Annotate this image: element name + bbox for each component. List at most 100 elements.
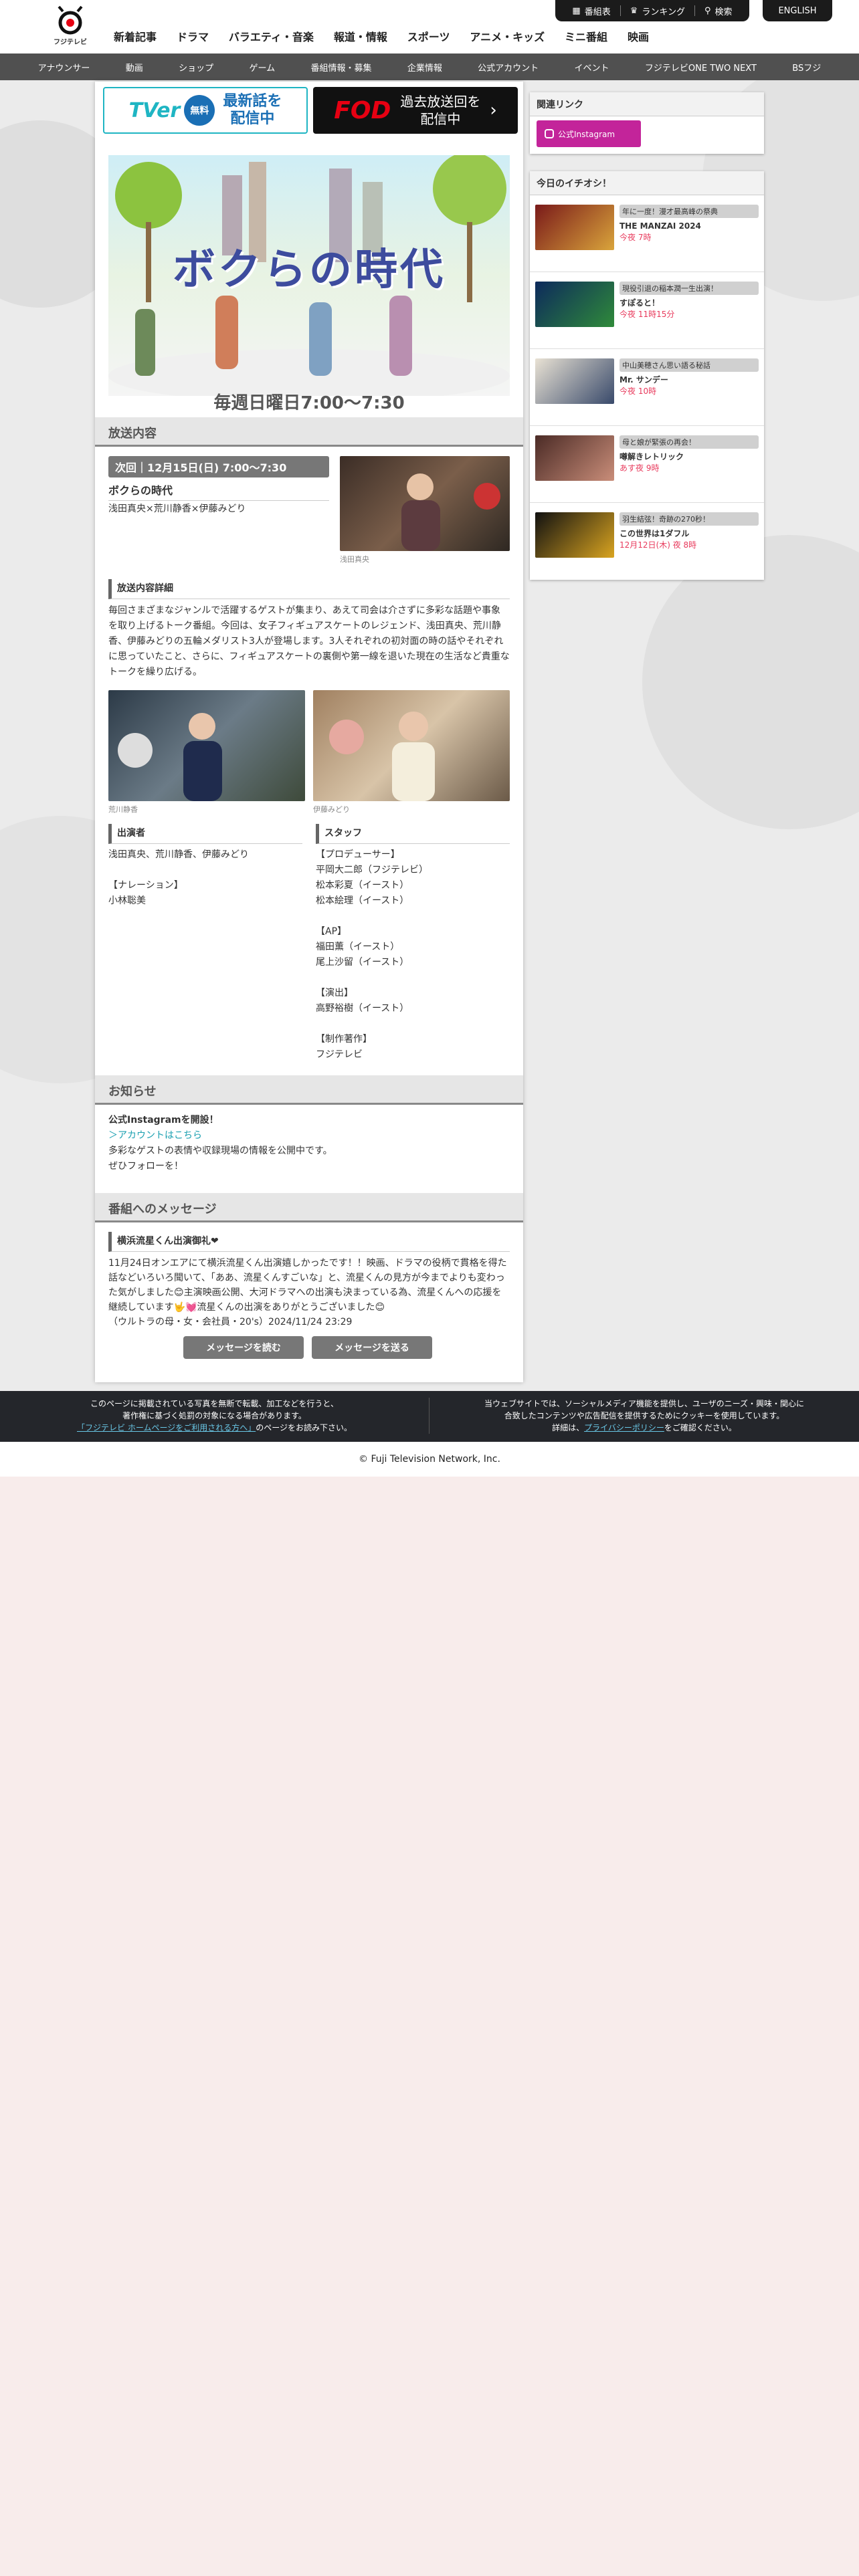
terms-link[interactable]: 「フジテレビ ホームページをご利用される方へ」 — [77, 1423, 256, 1432]
pick-thumbnail — [535, 282, 614, 327]
message-meta: （ウルトラの母・女・会社員・20's）2024/11/24 23:29 — [108, 1317, 353, 1327]
nav-variety-music[interactable]: バラエティ・音楽 — [229, 25, 314, 49]
message-title: 横浜流星くん出演御礼❤ — [108, 1232, 510, 1252]
nav-anime-kids[interactable]: アニメ・キッズ — [470, 25, 545, 49]
pick-item[interactable]: 母と娘が緊張の再会！ 噂解きレトリック あす夜 9時 — [530, 426, 764, 503]
ranking-link[interactable]: ♛ ランキング — [630, 5, 685, 17]
staff-line: 松本彩夏（イースト） — [316, 880, 409, 891]
episode-guests: 浅田真央×荒川静香×伊藤みどり — [108, 504, 246, 514]
cookie-notice: 当ウェブサイトでは、ソーシャルメディア機能を提供し、ユーザのニーズ・興味・関心に… — [430, 1398, 859, 1434]
staff-list: 【プロデューサー】 平岡大二郎（フジテレビ） 松本彩夏（イースト） 松本絵理（イ… — [316, 847, 510, 1063]
related-links-box: 関連リンク 公式Instagram — [530, 92, 764, 154]
message-body: 11月24日オンエアにて横浜流星くん出演嬉しかったです！！映画、ドラマの役柄で貫… — [108, 1258, 507, 1313]
section-heading-broadcast: 放送内容 — [95, 417, 523, 447]
todays-pick-heading: 今日のイチオシ！ — [530, 171, 764, 195]
pick-tag: 中山美穂さん思い語る秘話 — [619, 358, 759, 372]
notice-line: 当ウェブサイトでは、ソーシャルメディア機能を提供し、ユーザのニーズ・興味・関心に — [484, 1399, 805, 1408]
fuji-tv-logo[interactable]: フジテレビ — [47, 5, 94, 48]
pick-title: この世界は1ダフル — [619, 529, 690, 538]
guest-figure — [401, 473, 500, 551]
nav-news-info[interactable]: 報道・情報 — [334, 25, 387, 49]
nav-new-articles[interactable]: 新着記事 — [114, 25, 157, 49]
subnav-game[interactable]: ゲーム — [249, 61, 275, 74]
pick-title: THE MANZAI 2024 — [619, 221, 701, 231]
cast-line: 【ナレーション】 — [108, 880, 183, 891]
instagram-account-link[interactable]: ＞アカウントはこちら — [108, 1128, 510, 1144]
subnav-program-info[interactable]: 番組情報・募集 — [310, 61, 371, 74]
guest-photo-asada — [340, 456, 510, 551]
fod-banner[interactable]: FOD 過去放送回を 配信中 › — [313, 87, 518, 134]
read-messages-button[interactable]: メッセージを読む — [183, 1336, 304, 1359]
site-header: フジテレビ ▦ 番組表 ♛ ランキング ⚲ 検索 ENGLISH 新着記事 ドラマ バ… — [0, 0, 859, 53]
pick-thumbnail — [535, 435, 614, 481]
grid-icon: ▦ — [572, 5, 581, 16]
nav-drama[interactable]: ドラマ — [177, 25, 209, 49]
tver-banner[interactable]: TVer 無料 最新話を 配信中 — [103, 87, 308, 134]
pick-time: あす夜 9時 — [619, 463, 660, 473]
subnav-events[interactable]: イベント — [575, 61, 609, 74]
pick-item[interactable]: 現役引退の稲本潤一生出演！ すぽると！ 今夜 11時15分 — [530, 272, 764, 349]
pick-item[interactable]: 中山美穂さん思い語る秘話 Mr. サンデー 今夜 10時 — [530, 349, 764, 426]
section-heading-message: 番組へのメッセージ — [95, 1193, 523, 1222]
pick-item[interactable]: 羽生結弦！奇跡の270秒！ この世界は1ダフル 12月12日(木) 夜 8時 — [530, 503, 764, 580]
search-link[interactable]: ⚲ 検索 — [704, 5, 733, 17]
nav-sports[interactable]: スポーツ — [407, 25, 450, 49]
logo-text: フジテレビ — [54, 39, 87, 46]
todays-pick-box: 今日のイチオシ！ 年に一度！漫才最高峰の祭典 THE MANZAI 2024 今夜 … — [530, 171, 764, 580]
notice-line: 著作権に基づく処罰の対象になる場合があります。 — [122, 1411, 306, 1420]
cast-line — [108, 863, 302, 878]
chevron-right-icon: › — [490, 100, 497, 120]
subnav-corporate[interactable]: 企業情報 — [407, 61, 442, 74]
cast-line: 小林聡美 — [108, 895, 146, 906]
nav-movies[interactable]: 映画 — [628, 25, 649, 49]
staff-line: 福田薫（イースト） — [316, 942, 400, 952]
pick-thumbnail — [535, 512, 614, 558]
fod-line1: 過去放送回を — [400, 94, 481, 110]
pick-tag: 母と娘が緊張の再会！ — [619, 435, 759, 449]
pick-time: 12月12日(木) 夜 8時 — [619, 540, 697, 550]
pick-tag: 羽生結弦！奇跡の270秒！ — [619, 512, 759, 526]
subnav-video[interactable]: 動画 — [126, 61, 143, 74]
fod-logo: FOD — [334, 96, 391, 124]
subnav-bs-fuji[interactable]: BSフジ — [792, 61, 821, 74]
main-column: TVer 無料 最新話を 配信中 FOD 過去放送回を 配信中 › ボクらの時代 毎… — [95, 82, 523, 1382]
detail-text: 毎回さまざまなジャンルで活躍するゲストが集まり、あえて司会は介さずに多彩な話題や… — [108, 605, 510, 677]
sidebar: 関連リンク 公式Instagram 今日のイチオシ！ 年に一度！漫才最高峰の祭典… — [530, 92, 764, 597]
subnav-announcer[interactable]: アナウンサー — [38, 61, 90, 74]
photo-caption: 浅田真央 — [340, 555, 369, 564]
search-icon: ⚲ — [704, 5, 711, 16]
search-label: 検索 — [714, 7, 733, 17]
utility-bar: ▦ 番組表 ♛ ランキング ⚲ 検索 — [555, 0, 749, 21]
pick-time: 今夜 10時 — [619, 387, 657, 396]
staff-heading: スタッフ — [316, 824, 510, 844]
news-line2: ぜひフォローを！ — [108, 1161, 183, 1172]
staff-line: 【AP】 — [316, 926, 347, 937]
subnav-official-accounts[interactable]: 公式アカウント — [478, 61, 539, 74]
notice-line: 合致したコンテンツや広告配信を提供するためにクッキーを使用しています。 — [504, 1411, 785, 1420]
program-title-art: ボクらの時代 — [173, 245, 446, 295]
guest-photo-arakawa — [108, 690, 305, 801]
staff-line — [316, 1016, 510, 1032]
english-button[interactable]: ENGLISH — [763, 0, 832, 21]
notice-line: をご確認ください。 — [664, 1423, 737, 1432]
subnav-fuji-one-two-next[interactable]: フジテレビONE TWO NEXT — [645, 61, 757, 74]
pick-item[interactable]: 年に一度！漫才最高峰の祭典 THE MANZAI 2024 今夜 7時 — [530, 195, 764, 272]
program-guide-link[interactable]: ▦ 番組表 — [572, 5, 610, 17]
pick-tag: 現役引退の稲本潤一生出演！ — [619, 282, 759, 295]
tver-free-badge: 無料 — [184, 95, 215, 126]
pick-title: 噂解きレトリック — [619, 452, 684, 461]
guest-figure — [329, 712, 435, 801]
nav-mini-programs[interactable]: ミニ番組 — [565, 25, 607, 49]
notice-line: このページに掲載されている写真を無断で転載、加工などを行うと、 — [90, 1399, 339, 1408]
staff-line: 尾上沙留（イースト） — [316, 957, 409, 968]
send-message-button[interactable]: メッセージを送る — [312, 1336, 432, 1359]
privacy-policy-link[interactable]: プライバシーポリシー — [584, 1423, 664, 1432]
cast-line: 浅田真央、荒川静香、伊藤みどり — [108, 849, 249, 860]
subnav-shop[interactable]: ショップ — [179, 61, 213, 74]
cast-heading: 出演者 — [108, 824, 302, 844]
notice-line: のページをお読み下さい。 — [256, 1423, 352, 1432]
staff-line: 【制作著作】 — [316, 1034, 372, 1045]
news-bold: 公式Instagramを開設！ — [108, 1115, 219, 1125]
instagram-label: 公式Instagram — [558, 129, 615, 139]
instagram-button[interactable]: 公式Instagram — [537, 120, 641, 147]
